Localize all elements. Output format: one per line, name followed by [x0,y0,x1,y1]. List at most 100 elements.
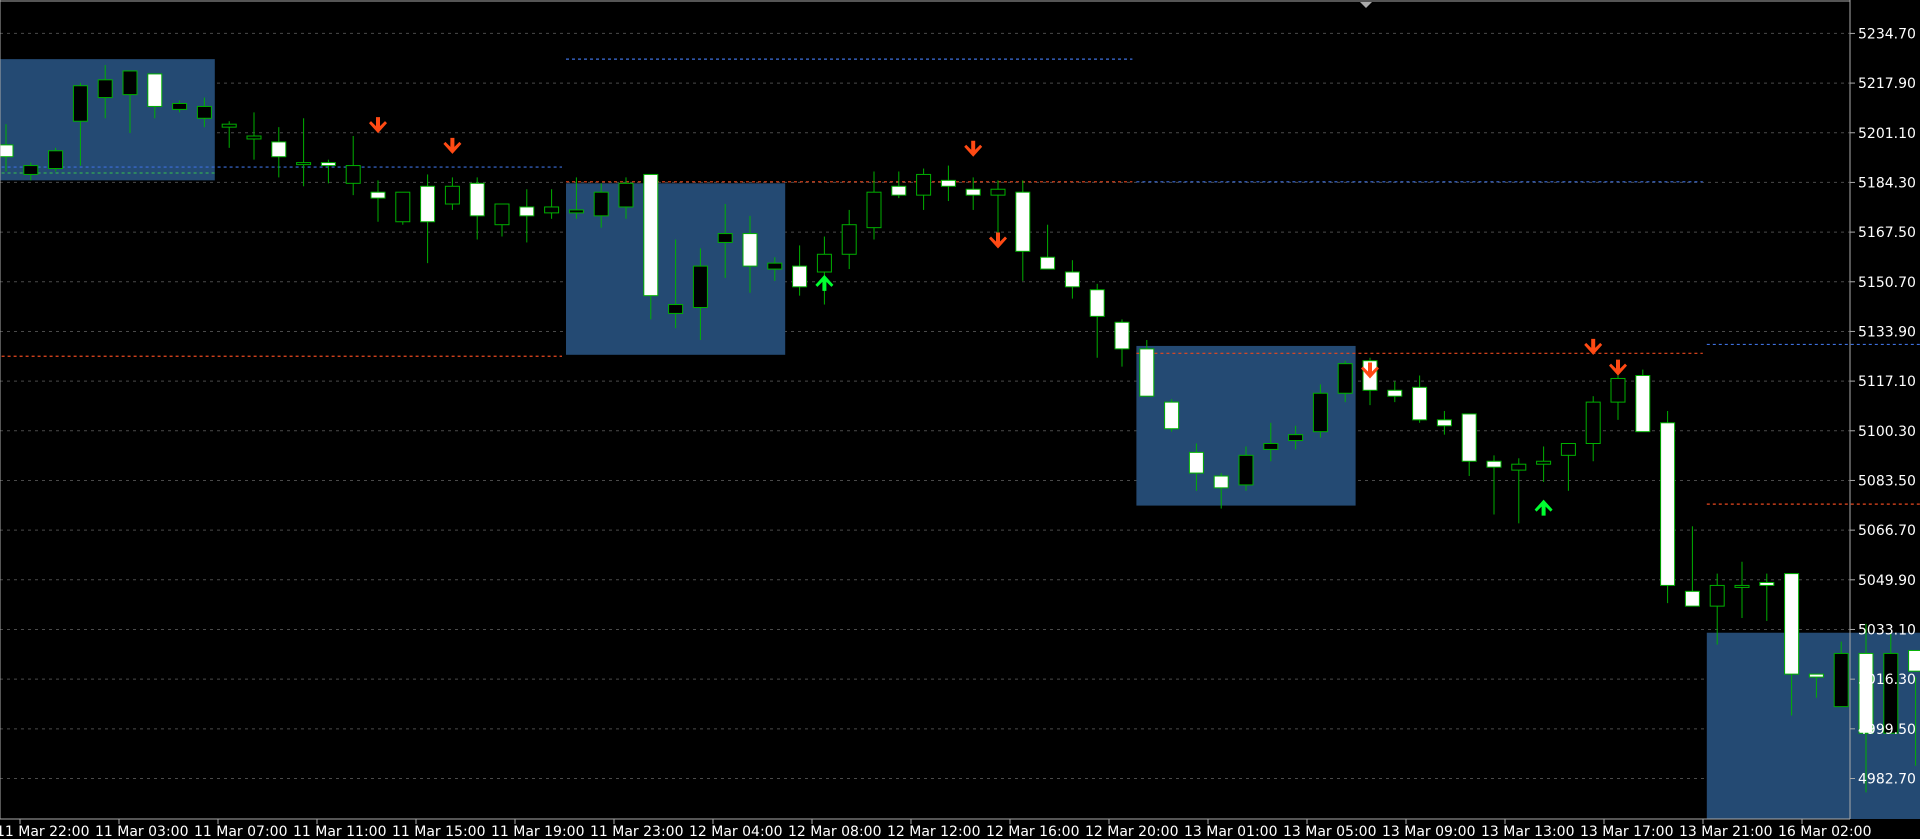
time-tick-label: 11 Mar 19:00 [491,824,584,839]
candle-body [196,105,212,119]
price-tick-label: 5083.50 [1858,473,1916,489]
candle-body [965,188,981,196]
sell-arrow-icon [989,232,1007,249]
candle-body [444,185,460,205]
time-tick-label: 13 Mar 01:00 [1184,824,1277,839]
candle-body [345,165,361,184]
candle-body [420,185,436,223]
candle-body [544,206,560,214]
time-tick-label: 13 Mar 05:00 [1283,824,1376,839]
candle-body [866,191,882,229]
candle-body [172,102,188,110]
time-tick-label: 16 Mar 02:00 [1778,824,1871,839]
sell-arrow-icon [369,117,387,134]
time-tick-label: 13 Mar 09:00 [1382,824,1475,839]
candle-body [891,185,907,196]
candle-body [1436,419,1452,427]
time-tick-label: 13 Mar 21:00 [1679,824,1772,839]
candle-body [1784,573,1800,675]
candle-body [1461,413,1477,462]
candle-body [1288,434,1304,442]
sell-arrow-icon [443,137,462,154]
candle-body [147,73,163,107]
candle-body [320,162,336,167]
candle-body [643,173,659,297]
candle-body [370,191,386,199]
candle-body [469,182,485,217]
candle-body [519,206,535,217]
candle-body [717,233,733,243]
candle-body [1759,581,1775,586]
candle-body [1337,363,1353,394]
price-tick-label: 4999.50 [1858,722,1916,738]
candle-body [0,144,14,158]
price-tick-label: 5184.30 [1858,175,1916,191]
price-tick-label: 4982.70 [1858,771,1916,787]
candle-body [1610,377,1626,403]
candle-body [395,191,411,223]
candles [0,65,1920,793]
candle-body [990,188,1006,196]
candle-body [742,233,758,267]
zone-rect [0,59,215,181]
time-tick-label: 11 Mar 03:00 [95,824,188,839]
price-tick-label: 5049.90 [1858,573,1916,589]
candle-body [1684,590,1700,607]
candle-body [1387,389,1403,397]
candle-body [1660,422,1676,586]
candle-body [1585,401,1601,445]
candle-body [1560,443,1576,456]
price-tick-label: 5033.10 [1858,622,1916,638]
candle-body [593,191,609,217]
time-tick-label: 11 Mar 15:00 [392,824,485,839]
time-tick-label: 12 Mar 20:00 [1085,824,1178,839]
candle-body [668,304,684,314]
candle-body [494,203,510,226]
time-tick-label: 11 Mar 23:00 [590,824,683,839]
supply-demand-zones [0,59,1920,819]
candle-body [792,265,808,288]
time-tick-label: 12 Mar 12:00 [887,824,980,839]
candle-body [1808,673,1824,678]
sell-arrow-icon [1584,338,1603,355]
candle-body [271,141,287,158]
candle-body [1833,652,1849,708]
price-tick-label: 5217.90 [1858,76,1916,92]
time-tick-label: 12 Mar 04:00 [689,824,782,839]
candle-body [1089,289,1105,317]
price-tick-label: 5133.90 [1858,324,1916,340]
price-tick-label: 5066.70 [1858,523,1916,539]
candle-body [1040,256,1056,270]
sell-arrow-icon [1609,359,1627,376]
candle-body [816,253,832,273]
sell-arrow-icon [964,140,983,157]
candle-body [1188,451,1204,474]
candle-body [72,85,88,122]
price-tick-label: 5016.30 [1858,672,1916,688]
time-tick-label: 13 Mar 13:00 [1481,824,1574,839]
chart-window[interactable]: 5234.70 5217.90 5201.10 5184.30 5167.50 5150.… [0,0,1920,839]
candle-body [767,262,783,270]
candle-body [940,179,956,187]
candle-body [841,224,857,255]
candle-body [221,123,237,128]
price-tick-label: 5100.30 [1858,424,1916,440]
shift-marker-icon [1360,2,1372,8]
candle-body [1164,401,1180,430]
axes: 5234.70 5217.90 5201.10 5184.30 5167.50 5150.… [0,0,1916,839]
candle-body [1064,271,1080,288]
candle-body [1213,475,1229,489]
signal-arrows [369,117,1627,516]
candle-body [1486,460,1502,468]
candle-body [1263,443,1279,450]
price-tick-label: 5117.10 [1858,374,1916,390]
price-chart[interactable]: 5234.70 5217.90 5201.10 5184.30 5167.50 5150.… [0,0,1920,839]
candle-body [23,165,39,175]
candle-body [618,182,634,208]
candle-body [1511,463,1527,471]
candle-body [1238,454,1254,486]
candle-body [1536,460,1552,465]
candle-body [1709,584,1725,607]
candle-body [1015,191,1031,252]
time-tick-label: 11 Mar 07:00 [194,824,287,839]
